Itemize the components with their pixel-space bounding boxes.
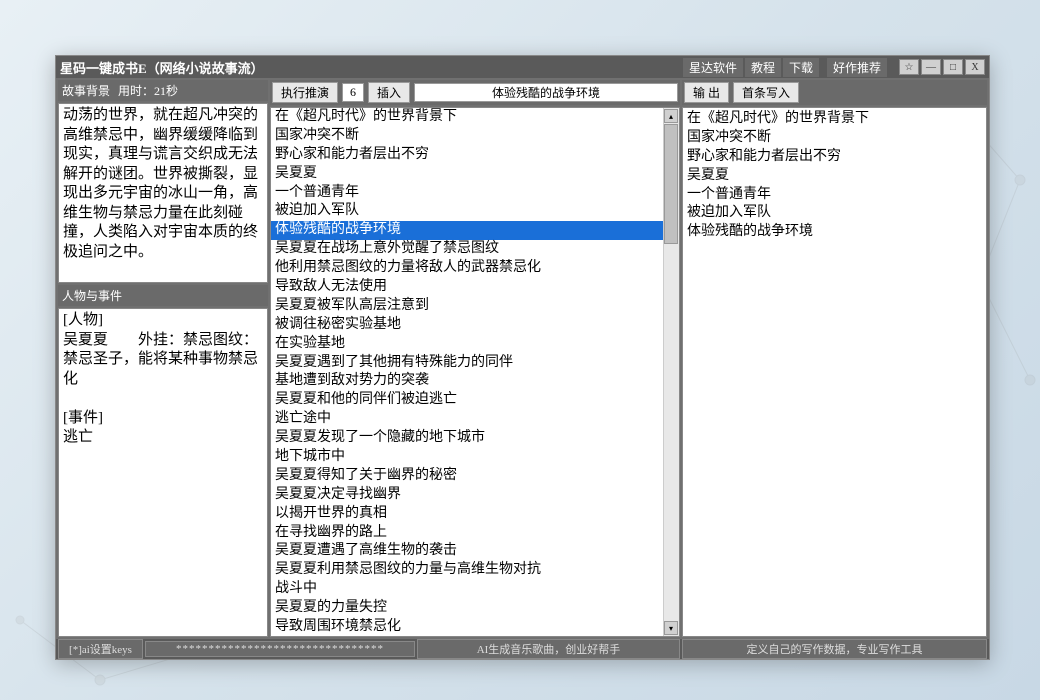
insert-button[interactable]: 插入 bbox=[368, 82, 410, 103]
list-item[interactable]: 吴夏夏的力量失控 bbox=[271, 599, 679, 618]
list-item[interactable]: 被迫加入军队 bbox=[271, 202, 679, 221]
output-button[interactable]: 输 出 bbox=[684, 82, 729, 103]
story-bg-header: 故事背景 用时：21秒 bbox=[58, 80, 268, 101]
current-line-input[interactable] bbox=[414, 83, 678, 102]
mid-panel: 执行推演 6 插入 在《超凡时代》的世界背景下国家冲突不断野心家和能力者层出不穷… bbox=[270, 80, 680, 637]
chars-header: 人物与事件 bbox=[58, 285, 268, 306]
link-download[interactable]: 下载 bbox=[783, 58, 819, 77]
link-recommend[interactable]: 好作推荐 bbox=[827, 58, 887, 77]
status-custom-data[interactable]: 定义自己的写作数据，专业写作工具 bbox=[682, 639, 987, 659]
timer-label: 用时：21秒 bbox=[118, 82, 178, 99]
execute-button[interactable]: 执行推演 bbox=[272, 82, 338, 103]
scroll-thumb[interactable] bbox=[664, 124, 678, 244]
list-item[interactable]: 他利用禁忌图纹的力量将敌人的武器禁忌化 bbox=[271, 259, 679, 278]
list-item[interactable]: 吴夏夏和他的同伴们被迫逃亡 bbox=[271, 391, 679, 410]
status-keys[interactable]: [*]ai设置keys bbox=[58, 639, 143, 659]
list-item[interactable]: 吴夏夏 bbox=[271, 165, 679, 184]
link-tutorial[interactable]: 教程 bbox=[745, 58, 781, 77]
scroll-down-icon[interactable]: ▾ bbox=[664, 621, 678, 635]
status-ai-music[interactable]: AI生成音乐歌曲，创业好帮手 bbox=[417, 639, 680, 659]
list-item[interactable]: 吴夏夏在战场上意外觉醒了禁忌图纹 bbox=[271, 240, 679, 259]
list-item[interactable]: 战斗中 bbox=[271, 580, 679, 599]
left-panel: 故事背景 用时：21秒 动荡的世界，就在超凡冲突的高维禁忌中，幽界缓缓降临到现实… bbox=[58, 80, 268, 637]
close-button[interactable]: X bbox=[965, 59, 985, 75]
status-password[interactable]: ******************************** bbox=[145, 641, 415, 657]
list-item[interactable]: 导致敌人无法使用 bbox=[271, 278, 679, 297]
maximize-button[interactable]: □ bbox=[943, 59, 963, 75]
list-item[interactable]: 在寻找幽界的路上 bbox=[271, 524, 679, 543]
list-item[interactable]: 吴夏夏遇到了其他拥有特殊能力的同伴 bbox=[271, 354, 679, 373]
right-toolbar: 输 出 首条写入 bbox=[682, 80, 987, 105]
list-item[interactable]: 国家冲突不断 bbox=[271, 127, 679, 146]
list-item[interactable]: 在实验基地 bbox=[271, 335, 679, 354]
mid-toolbar: 执行推演 6 插入 bbox=[270, 80, 680, 105]
main-area: 故事背景 用时：21秒 动荡的世界，就在超凡冲突的高维禁忌中，幽界缓缓降临到现实… bbox=[56, 78, 989, 639]
star-button[interactable]: ☆ bbox=[899, 59, 919, 75]
window-controls: ☆ — □ X bbox=[899, 59, 985, 75]
list-item[interactable]: 逃亡途中 bbox=[271, 410, 679, 429]
list-item[interactable]: 吴夏夏遭遇了高维生物的袭击 bbox=[271, 542, 679, 561]
scroll-up-icon[interactable]: ▴ bbox=[664, 109, 678, 123]
titlebar-links: 星达软件 教程 下载 bbox=[683, 58, 819, 77]
list-item[interactable]: 被调往秘密实验基地 bbox=[271, 316, 679, 335]
story-bg-label: 故事背景 bbox=[62, 82, 110, 99]
titlebar: 星码一键成书E（网络小说故事流） 星达软件 教程 下载 好作推荐 ☆ — □ X bbox=[56, 56, 989, 78]
app-window: 星码一键成书E（网络小说故事流） 星达软件 教程 下载 好作推荐 ☆ — □ X… bbox=[55, 55, 990, 660]
list-item[interactable]: 吴夏夏得知了关于幽界的秘密 bbox=[271, 467, 679, 486]
list-item[interactable]: 基地遭到敌对势力的突袭 bbox=[271, 372, 679, 391]
list-item[interactable]: 野心家和能力者层出不穷 bbox=[271, 146, 679, 165]
minimize-button[interactable]: — bbox=[921, 59, 941, 75]
list-item[interactable]: 体验残酷的战争环境 bbox=[271, 221, 679, 240]
link-software[interactable]: 星达软件 bbox=[683, 58, 743, 77]
first-write-button[interactable]: 首条写入 bbox=[733, 82, 799, 103]
window-title: 星码一键成书E（网络小说故事流） bbox=[60, 58, 683, 77]
output-textarea[interactable]: 在《超凡时代》的世界背景下国家冲突不断野心家和能力者层出不穷吴夏夏一个普通青年被… bbox=[682, 107, 987, 637]
chars-events-textarea[interactable]: [人物]吴夏夏 外挂：禁忌图纹：禁忌圣子，能将某种事物禁忌化 [事件]逃亡 bbox=[58, 308, 268, 637]
list-item[interactable]: 导致周围环境禁忌化 bbox=[271, 618, 679, 637]
list-item[interactable]: 一个普通青年 bbox=[271, 184, 679, 203]
list-item[interactable]: 以揭开世界的真相 bbox=[271, 505, 679, 524]
scrollbar[interactable]: ▴ ▾ bbox=[663, 108, 679, 636]
story-bg-textarea[interactable]: 动荡的世界，就在超凡冲突的高维禁忌中，幽界缓缓降临到现实，真理与谎言交织成无法解… bbox=[58, 103, 268, 283]
list-item[interactable]: 地下城市中 bbox=[271, 448, 679, 467]
list-item[interactable]: 吴夏夏决定寻找幽界 bbox=[271, 486, 679, 505]
list-item[interactable]: 吴夏夏被军队高层注意到 bbox=[271, 297, 679, 316]
list-item[interactable]: 在《超凡时代》的世界背景下 bbox=[271, 108, 679, 127]
list-item[interactable]: 吴夏夏利用禁忌图纹的力量与高维生物对抗 bbox=[271, 561, 679, 580]
step-number[interactable]: 6 bbox=[342, 83, 364, 102]
story-list[interactable]: 在《超凡时代》的世界背景下国家冲突不断野心家和能力者层出不穷吴夏夏一个普通青年被… bbox=[270, 107, 680, 637]
list-item[interactable]: 吴夏夏发现了一个隐藏的地下城市 bbox=[271, 429, 679, 448]
statusbar: [*]ai设置keys ****************************… bbox=[56, 639, 989, 659]
right-panel: 输 出 首条写入 在《超凡时代》的世界背景下国家冲突不断野心家和能力者层出不穷吴… bbox=[682, 80, 987, 637]
